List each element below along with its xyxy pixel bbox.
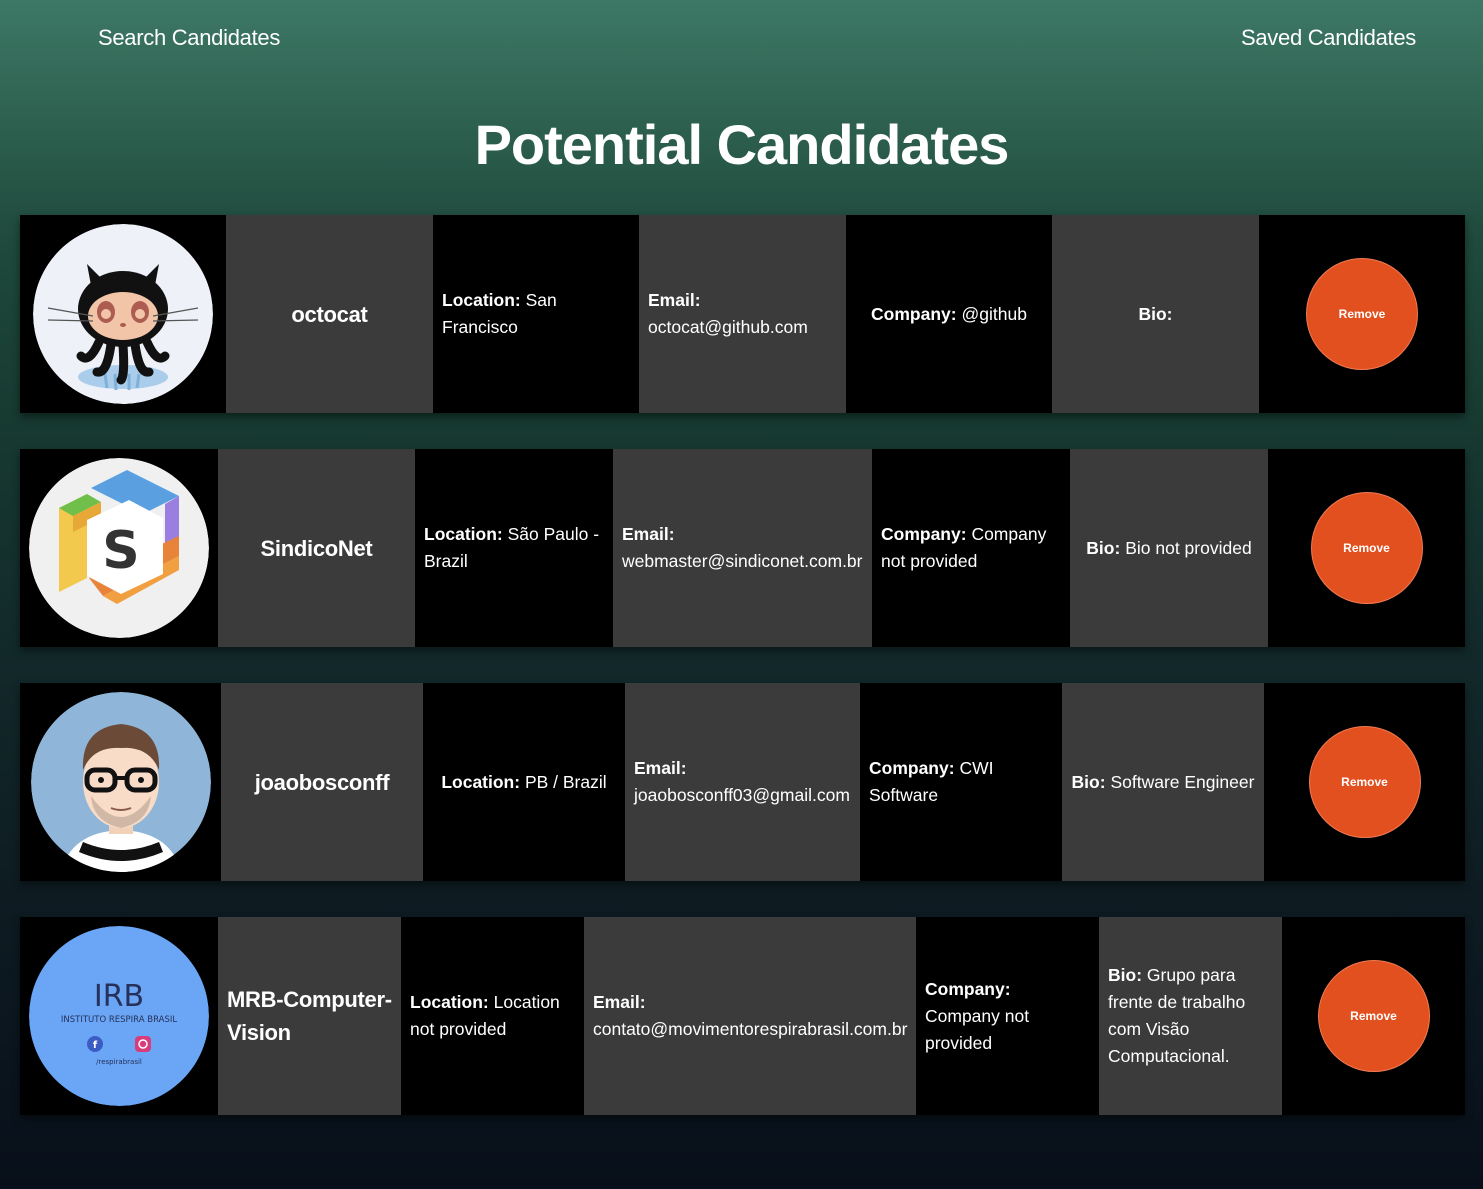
- location-label: Location:: [442, 290, 521, 310]
- email-label: Email:: [622, 524, 675, 544]
- company-cell: Company: CWI Software: [860, 683, 1062, 881]
- candidate-row: IRB INSTITUTO RESPIRA BRASIL f /respirab…: [20, 917, 1465, 1115]
- email-label: Email:: [648, 290, 701, 310]
- email-value: octocat@github.com: [648, 317, 808, 337]
- candidate-row: octocat Location: San Francisco Email: oc…: [20, 215, 1465, 413]
- search-candidates-link[interactable]: Search Candidates: [98, 25, 280, 51]
- bio-label: Bio:: [1138, 303, 1173, 324]
- username-cell: octocat: [226, 215, 433, 413]
- company-value: @github: [961, 303, 1027, 324]
- candidate-row: joaobosconff Location: PB / Brazil Email…: [20, 683, 1465, 881]
- location-cell: Location: São Paulo - Brazil: [415, 449, 613, 647]
- actions-cell: Remove: [1259, 215, 1465, 413]
- irb-logo-icon: IRB INSTITUTO RESPIRA BRASIL f /respirab…: [29, 926, 209, 1106]
- avatar-cell: S: [20, 449, 218, 647]
- irb-name-text: INSTITUTO RESPIRA BRASIL: [61, 1015, 177, 1025]
- username-cell: MRB-Computer-Vision: [218, 917, 401, 1115]
- irb-logo-text: IRB: [94, 979, 144, 1014]
- candidate-username: MRB-Computer-Vision: [227, 987, 392, 1045]
- remove-button[interactable]: Remove: [1308, 726, 1421, 838]
- email-cell: Email: webmaster@sindiconet.com.br: [613, 449, 872, 647]
- sindiconet-logo-icon: S: [29, 458, 209, 638]
- svg-text:S: S: [102, 521, 139, 581]
- bio-cell: Bio: Software Engineer: [1062, 683, 1264, 881]
- svg-text:f: f: [93, 1040, 98, 1051]
- top-nav: Search Candidates Saved Candidates: [0, 25, 1483, 55]
- company-label: Company:: [881, 524, 967, 544]
- location-label: Location:: [424, 524, 503, 544]
- company-label: Company:: [871, 303, 957, 324]
- saved-candidates-link[interactable]: Saved Candidates: [1241, 25, 1416, 51]
- cartoon-person-avatar-icon: [30, 692, 211, 872]
- company-cell: Company: Company not provided: [916, 917, 1099, 1115]
- email-value: joaobosconff03@gmail.com: [634, 785, 850, 805]
- location-cell: Location: San Francisco: [433, 215, 639, 413]
- actions-cell: Remove: [1282, 917, 1465, 1115]
- candidate-row: S SindicoNet Location: São Paulo - Brazi…: [20, 449, 1465, 647]
- email-cell: Email: octocat@github.com: [639, 215, 846, 413]
- avatar-cell: [20, 215, 226, 413]
- remove-button[interactable]: Remove: [1306, 258, 1418, 370]
- actions-cell: Remove: [1264, 683, 1465, 881]
- bio-cell: Bio: Bio not provided: [1070, 449, 1268, 647]
- remove-button[interactable]: Remove: [1317, 960, 1430, 1072]
- page-title: Potential Candidates: [474, 113, 1010, 176]
- bio-label: Bio:: [1071, 771, 1106, 792]
- location-cell: Location: PB / Brazil: [423, 683, 625, 881]
- candidate-username: joaobosconff: [254, 769, 390, 795]
- company-cell: Company: Company not provided: [872, 449, 1070, 647]
- avatar-cell: [20, 683, 221, 881]
- actions-cell: Remove: [1268, 449, 1465, 647]
- candidate-username: SindicoNet: [260, 535, 373, 561]
- email-value: webmaster@sindiconet.com.br: [622, 551, 863, 571]
- avatar-cell: IRB INSTITUTO RESPIRA BRASIL f /respirab…: [20, 917, 218, 1115]
- email-value: contato@movimentorespirabrasil.com.br: [593, 1019, 908, 1039]
- company-label: Company:: [925, 978, 1011, 999]
- bio-cell: Bio:: [1052, 215, 1259, 413]
- remove-button[interactable]: Remove: [1310, 492, 1423, 604]
- location-label: Location:: [410, 992, 489, 1012]
- bio-value: Bio not provided: [1125, 537, 1252, 558]
- email-label: Email:: [593, 992, 646, 1012]
- email-cell: Email: contato@movimentorespirabrasil.com…: [584, 917, 916, 1115]
- bio-value: Software Engineer: [1110, 771, 1255, 792]
- company-cell: Company: @github: [846, 215, 1052, 413]
- candidate-username: octocat: [291, 301, 368, 327]
- location-cell: Location: Location not provided: [401, 917, 584, 1115]
- company-label: Company:: [869, 758, 955, 778]
- location-label: Location:: [441, 771, 521, 792]
- bio-label: Bio:: [1108, 965, 1143, 985]
- company-value: Company not provided: [925, 1005, 1030, 1053]
- bio-label: Bio:: [1086, 537, 1121, 558]
- octocat-avatar-icon: [33, 224, 213, 404]
- username-cell: joaobosconff: [221, 683, 423, 881]
- email-label: Email:: [634, 758, 687, 778]
- bio-cell: Bio: Grupo para frente de trabalho com V…: [1099, 917, 1282, 1115]
- username-cell: SindicoNet: [218, 449, 415, 647]
- email-cell: Email: joaobosconff03@gmail.com: [625, 683, 860, 881]
- location-value: PB / Brazil: [524, 771, 607, 792]
- irb-handle-text: /respirabrasil: [96, 1058, 142, 1066]
